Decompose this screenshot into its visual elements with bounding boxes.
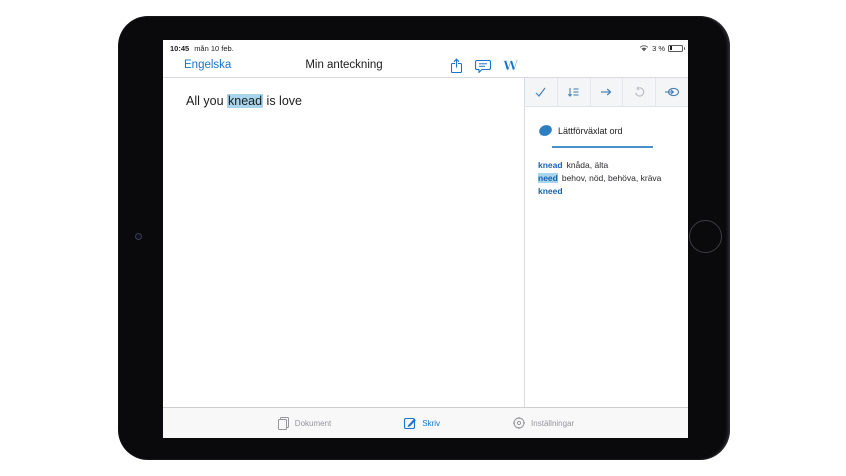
word-entries: knead knåda, älta need behov, nöd, behöva,…: [538, 159, 680, 198]
word-translation: behov, nöd, behöva, kräva: [561, 172, 662, 183]
tab-label: Skriv: [422, 418, 441, 428]
bottom-tab-bar: Dokument Skriv Inställningar: [163, 407, 688, 438]
sort-list-button[interactable]: [558, 78, 591, 106]
screen: 10:45 mån 10 feb. 3 % Engelska Min antec…: [163, 40, 688, 438]
editor-text-before: All you: [186, 94, 227, 108]
tab-installningar[interactable]: Inställningar: [512, 416, 574, 430]
w-logo-icon[interactable]: W: [501, 57, 519, 75]
tab-dokument[interactable]: Dokument: [277, 416, 331, 430]
share-icon[interactable]: [447, 57, 465, 75]
clock: 10:45: [170, 43, 190, 53]
tab-label: Dokument: [294, 418, 332, 428]
panel-toolbar: [525, 78, 688, 107]
word-entry: knead knåda, älta: [538, 159, 680, 172]
replace-word-button[interactable]: [656, 78, 688, 106]
tablet-frame: 10:45 mån 10 feb. 3 % Engelska Min antec…: [118, 16, 730, 460]
battery-percent: 3 %: [652, 43, 665, 53]
word-entry: kneed: [538, 185, 680, 198]
word-translation: knåda, älta: [566, 159, 609, 170]
undo-button[interactable]: [623, 78, 657, 106]
accept-check-button[interactable]: [525, 78, 558, 106]
wifi-icon: [639, 45, 649, 52]
text-editor[interactable]: All you knead is love: [163, 78, 525, 407]
suggestion-word[interactable]: knead: [538, 160, 563, 170]
suggestion-panel: Lättförväxlat ord knead knåda, älta need b…: [525, 78, 688, 407]
status-bar: 10:45 mån 10 feb. 3 %: [163, 40, 688, 54]
editor-text-after: is love: [263, 94, 302, 108]
section-title: Lättförväxlat ord: [558, 125, 623, 136]
home-button[interactable]: [689, 220, 722, 253]
settings-gear-icon: [513, 417, 526, 429]
next-arrow-button[interactable]: [591, 78, 624, 106]
date: mån 10 feb.: [194, 43, 234, 53]
nav-bar: Engelska Min anteckning W: [163, 54, 688, 78]
tab-skriv[interactable]: Skriv: [403, 416, 440, 430]
section-underline: [552, 146, 653, 148]
suggestion-word-selected[interactable]: need: [538, 172, 558, 183]
battery-icon: [668, 44, 685, 52]
suggestion-word[interactable]: kneed: [538, 186, 563, 196]
documents-icon: [277, 417, 289, 430]
comment-icon[interactable]: [474, 57, 492, 75]
front-camera: [135, 233, 142, 240]
compose-icon: [404, 417, 417, 430]
word-entry: need behov, nöd, behöva, kräva: [538, 172, 680, 185]
section-header: Lättförväxlat ord: [538, 124, 680, 137]
word-blob-icon: [539, 125, 552, 136]
tab-label: Inställningar: [531, 418, 575, 428]
highlighted-word[interactable]: knead: [227, 94, 264, 108]
